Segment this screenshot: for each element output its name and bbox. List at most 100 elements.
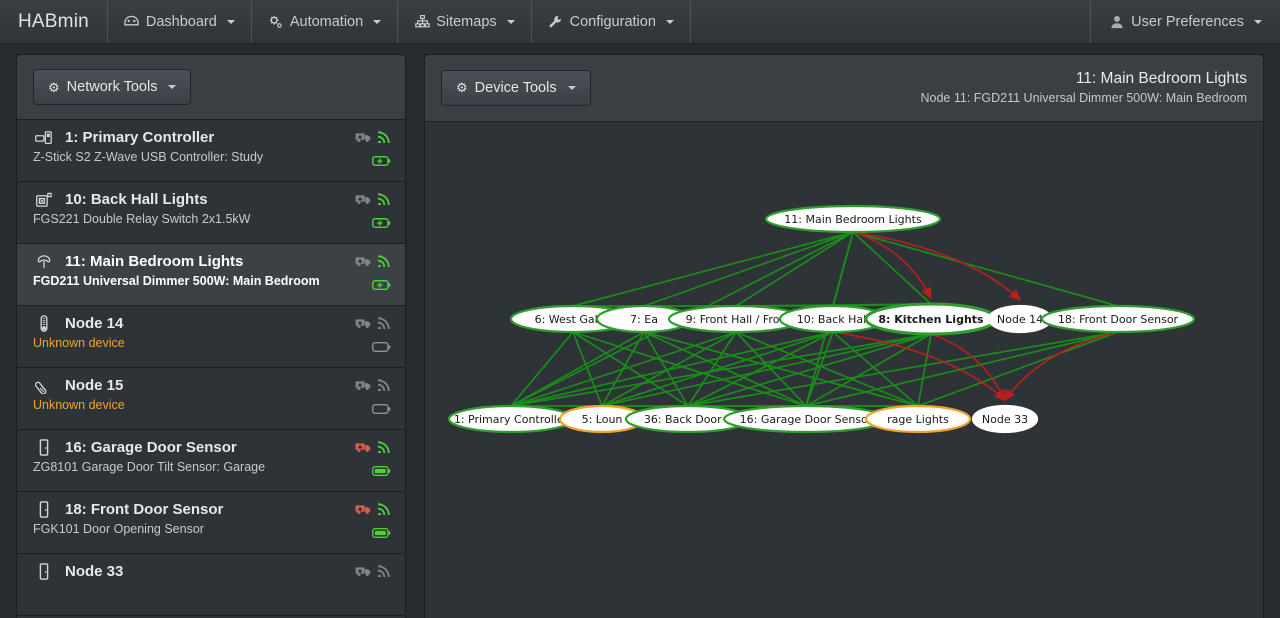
node-item-subtitle: FGD211 Universal Dimmer 500W: Main Bedro…: [33, 274, 320, 288]
signal-strength-icon[interactable]: [377, 440, 391, 458]
sitemaps-icon: [414, 15, 430, 29]
door-sensor-icon: [33, 501, 55, 518]
battery-icon[interactable]: [372, 154, 391, 172]
chevron-down-icon: [226, 19, 235, 24]
device-title: 11: Main Bedroom Lights: [1075, 70, 1247, 87]
node-status-top-row: [355, 564, 391, 582]
node-status-icons: [355, 564, 391, 582]
graph-node-label: 5: Loun: [582, 413, 623, 426]
network-tools-button[interactable]: ⚙ Network Tools: [33, 69, 192, 105]
chevron-down-icon: [506, 19, 515, 24]
node-item-subtitle: ZG8101 Garage Door Tilt Sensor: Garage: [33, 460, 266, 474]
battery-icon[interactable]: [372, 526, 391, 544]
node-list-item[interactable]: 11: Main Bedroom Lights FGD211 Universal …: [17, 244, 405, 306]
chevron-down-icon: [567, 85, 576, 90]
node-status-icons: [355, 254, 391, 296]
device-tools-button[interactable]: ⚙ Device Tools: [441, 69, 591, 106]
network-graph[interactable]: 11: Main Bedroom Lights 6: West Gable 7: E…: [425, 121, 1263, 618]
graph-node-label: Node 14: [997, 313, 1043, 326]
alert-truck-icon[interactable]: [355, 564, 372, 582]
node-item-title: 11: Main Bedroom Lights: [65, 253, 244, 270]
battery-icon[interactable]: [372, 402, 391, 420]
node-list-item[interactable]: Node 33: [17, 554, 405, 616]
signal-strength-icon[interactable]: [377, 254, 391, 272]
alert-truck-icon[interactable]: [355, 316, 372, 334]
door-sensor-icon: [33, 439, 55, 456]
signal-strength-icon[interactable]: [377, 564, 391, 582]
graph-node[interactable]: 16: Garage Door Sensor: [722, 404, 890, 433]
node-item-title: Node 33: [65, 563, 124, 580]
node-status-icons: [355, 378, 391, 420]
device-panel: ⚙ Device Tools 11: Main Bedroom Lights N…: [424, 54, 1264, 618]
signal-strength-icon[interactable]: [377, 316, 391, 334]
alert-truck-icon[interactable]: [355, 502, 372, 520]
battery-icon[interactable]: [372, 464, 391, 482]
nav-item-sitemaps[interactable]: Sitemaps: [398, 0, 532, 43]
nav-item-configuration[interactable]: Configuration: [532, 0, 691, 43]
signal-strength-icon[interactable]: [377, 378, 391, 396]
graph-node[interactable]: 11: Main Bedroom Lights: [764, 204, 942, 233]
alert-truck-icon[interactable]: [355, 192, 372, 210]
graph-node-label: 36: Back Door S: [644, 413, 732, 426]
graph-edge: [510, 331, 574, 407]
node-item-heading: Node 14: [33, 315, 389, 332]
node-item-title: 16: Garage Door Sensor: [65, 439, 237, 456]
node-item-subtitle: Unknown device: [33, 398, 125, 412]
signal-strength-icon[interactable]: [377, 192, 391, 210]
wrench-icon: [548, 15, 564, 29]
nav-item-automation[interactable]: Automation: [252, 0, 399, 43]
nav-item-dashboard-label: Dashboard: [145, 13, 217, 30]
graph-node-label: 7: Ea: [630, 313, 658, 326]
graph-node-label: Node 33: [982, 413, 1028, 426]
graph-node-label: 18: Front Door Sensor: [1058, 313, 1179, 326]
battery-icon[interactable]: [372, 216, 391, 234]
node-status-top-row: [355, 502, 391, 520]
user-icon: [1109, 15, 1125, 29]
alert-truck-icon[interactable]: [355, 440, 372, 458]
node-status-top-row: [355, 316, 391, 334]
graph-node-label: rage Lights: [887, 413, 949, 426]
node-item-heading: 18: Front Door Sensor: [33, 501, 389, 518]
node-status-icons: [355, 440, 391, 482]
graph-node-label: 11: Main Bedroom Lights: [784, 213, 922, 226]
node-status-icons: [355, 192, 391, 234]
battery-icon[interactable]: [372, 340, 391, 358]
alert-truck-icon[interactable]: [355, 130, 372, 148]
brand-logo[interactable]: HABmin: [0, 0, 108, 43]
gear-icon: ⚙: [456, 80, 468, 96]
node-item-title: 10: Back Hall Lights: [65, 191, 208, 208]
alert-truck-icon[interactable]: [355, 378, 372, 396]
navbar-right-group: User Preferences: [1090, 0, 1280, 43]
chevron-down-icon: [373, 19, 382, 24]
node-item-title: Node 15: [65, 377, 124, 394]
node-item-heading: 1: Primary Controller: [33, 129, 389, 146]
nav-item-user-preferences[interactable]: User Preferences: [1090, 0, 1280, 43]
node-list-item[interactable]: Node 15 Unknown device: [17, 368, 405, 430]
node-item-title: Node 14: [65, 315, 124, 332]
dimmer-icon: [33, 254, 55, 270]
node-item-subtitle: Unknown device: [33, 336, 125, 350]
battery-icon[interactable]: [372, 278, 391, 296]
alert-truck-icon[interactable]: [355, 254, 372, 272]
signal-strength-icon[interactable]: [377, 130, 391, 148]
node-list-item[interactable]: 16: Garage Door Sensor ZG8101 Garage Door…: [17, 430, 405, 492]
graph-node[interactable]: 18: Front Door Sensor: [1040, 304, 1196, 333]
graph-node[interactable]: 1: Primary Controller: [447, 404, 575, 433]
graph-node[interactable]: Node 33: [971, 404, 1039, 433]
node-list-item[interactable]: 18: Front Door Sensor FGK101 Door Opening…: [17, 492, 405, 554]
node-item-heading: 16: Garage Door Sensor: [33, 439, 389, 456]
graph-node[interactable]: rage Lights: [864, 404, 972, 433]
nav-item-dashboard[interactable]: Dashboard: [108, 0, 252, 43]
nav-item-user-preferences-label: User Preferences: [1131, 13, 1244, 30]
graph-node[interactable]: 8: Kitchen Lights: [864, 302, 998, 336]
signal-strength-icon[interactable]: [377, 502, 391, 520]
node-item-title: 1: Primary Controller: [65, 129, 215, 146]
node-list[interactable]: 1: Primary Controller Z-Stick S2 Z-Wave U…: [17, 120, 405, 618]
network-panel: ⚙ Network Tools 1: Primary Controller Z-S…: [16, 54, 406, 618]
main-content: ⚙ Network Tools 1: Primary Controller Z-S…: [0, 44, 1280, 618]
node-list-item[interactable]: 1: Primary Controller Z-Stick S2 Z-Wave U…: [17, 120, 405, 182]
node-status-top-row: [355, 192, 391, 210]
node-status-top-row: [355, 254, 391, 272]
node-list-item[interactable]: 10: Back Hall Lights FGS221 Double Relay …: [17, 182, 405, 244]
node-list-item[interactable]: Node 14 Unknown device: [17, 306, 405, 368]
